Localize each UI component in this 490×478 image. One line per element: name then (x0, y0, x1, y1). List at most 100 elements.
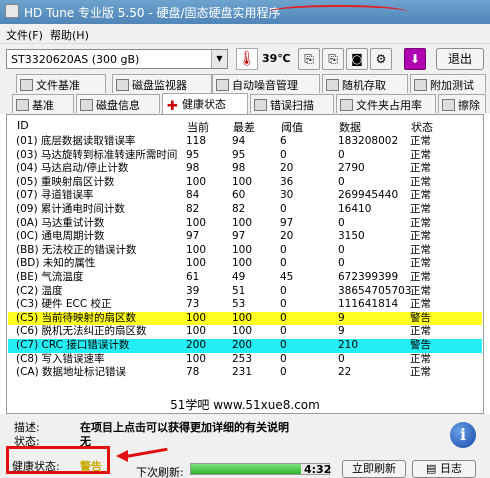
copy-info-button[interactable]: ⎘ (298, 48, 320, 70)
table-row[interactable]: (C2) 温度 39 51 0 38654705703 正常 (8, 285, 482, 299)
table-cell: 98 (186, 162, 200, 175)
table-cell: 111641814 (338, 298, 399, 311)
table-cell: 84 (186, 189, 200, 202)
table-cell: 60 (232, 189, 246, 202)
table-cell: 100 (186, 243, 207, 256)
table-row[interactable]: (07) 寻道错误率 84 60 30 269945440 正常 (8, 189, 482, 203)
temperature-value: 39℃ (262, 52, 291, 65)
drive-select[interactable]: ST3320620AS (300 gB) ▼ (6, 49, 228, 69)
log-button-label: 日志 (439, 462, 462, 475)
table-cell: (04) 马达启动/停止计数 (16, 162, 129, 175)
disk-monitor-icon (116, 79, 129, 91)
copy-all-button[interactable]: ⎘ (322, 48, 344, 70)
refresh-now-button[interactable]: 立即刷新 (342, 460, 406, 478)
table-cell: 正常 (410, 271, 431, 283)
column-header-current[interactable]: 当前 (187, 119, 209, 135)
table-row[interactable]: (C3) 硬件 ECC 校正 73 53 0 111641814 正常 (8, 298, 482, 312)
tab-disk-info[interactable]: 磁盘信息 (76, 94, 160, 113)
table-row[interactable]: (0C) 通电周期计数 97 97 20 3150 正常 (8, 230, 482, 244)
table-cell: 正常 (410, 257, 431, 270)
description-text: 在项目上点击可以获得更加详细的有关说明 (80, 421, 289, 434)
watermark: 51学吧 www.51xue8.com (170, 398, 320, 412)
window-title: HD Tune 专业版 5.50 - 硬盘/固态硬盘实用程序 (24, 6, 281, 20)
table-row[interactable]: (BE) 气流温度 61 49 45 672399399 正常 (8, 271, 482, 285)
column-header-id[interactable]: ID (17, 119, 29, 132)
table-cell: (03) 马达旋转到标准转速所需时间 (16, 148, 178, 161)
table-cell: 95 (186, 148, 200, 161)
title-bar: HD Tune 专业版 5.50 - 硬盘/固态硬盘实用程序 (0, 0, 490, 24)
table-row[interactable]: (01) 底层数据读取错误率 118 94 6 183208002 正常 (8, 135, 482, 149)
exit-button[interactable]: 退出 (436, 48, 484, 70)
tab-disk-monitor[interactable]: 磁盘监视器 (112, 74, 212, 93)
table-cell: 210 (338, 339, 359, 351)
screenshot-button[interactable]: ◙ (346, 48, 368, 70)
table-row[interactable]: (BD) 未知的属性 100 100 0 0 正常 (8, 257, 482, 271)
tab-acoustic-management[interactable]: 自动噪音管理 (212, 74, 320, 93)
random-access-icon (326, 79, 339, 91)
table-cell: 0 (338, 175, 345, 188)
column-header-data[interactable]: 数据 (339, 119, 361, 135)
table-cell: (BE) 气流温度 (16, 271, 84, 283)
table-cell: 0 (338, 148, 345, 161)
table-row[interactable]: (04) 马达启动/停止计数 98 98 20 2790 正常 (8, 162, 482, 176)
tab-random-access[interactable]: 随机存取 (322, 74, 408, 93)
log-button[interactable]: ▤ 日志 (412, 460, 476, 478)
table-cell: 100 (186, 325, 207, 338)
table-row[interactable]: (0A) 马达重试计数 100 100 97 0 正常 (8, 217, 482, 231)
tab-file-benchmark[interactable]: 文件基准 (16, 74, 106, 93)
table-cell: 97 (280, 216, 294, 229)
options-button[interactable]: ⚙ (370, 48, 392, 70)
table-row[interactable]: (C6) 脱机无法纠正的扇区数 100 100 0 9 正常 (8, 325, 482, 339)
table-row[interactable]: (09) 累计通电时间计数 82 82 0 16410 正常 (8, 203, 482, 217)
table-cell: 100 (186, 216, 207, 229)
tab-label: 附加测试 (430, 79, 474, 92)
table-cell: (BB) 无法校正的错误计数 (16, 243, 137, 256)
tab-label: 文件夹占用率 (356, 99, 422, 112)
magnifier-icon (254, 99, 267, 111)
table-cell: 100 (186, 352, 207, 365)
table-cell: 警告 (410, 311, 431, 324)
table-row[interactable]: (C5) 当前待映射的扇区数 100 100 0 9 警告 (8, 311, 482, 326)
download-button[interactable]: ⬇ (404, 48, 426, 70)
table-cell: 正常 (410, 148, 431, 161)
column-header-threshold[interactable]: 阈值 (281, 119, 303, 135)
column-header-worst[interactable]: 最差 (233, 119, 255, 135)
table-cell: 73 (186, 298, 200, 311)
table-cell: 警告 (410, 339, 431, 351)
table-row[interactable]: (CA) 数据地址标记错误 78 231 0 22 正常 (8, 366, 482, 380)
table-row[interactable]: (C7) CRC 接口错误计数 200 200 0 210 警告 (8, 339, 482, 353)
table-cell: 97 (232, 230, 246, 243)
menu-help[interactable]: 帮助(H) (50, 27, 89, 43)
column-header-status[interactable]: 状态 (411, 119, 433, 135)
table-cell: 6 (280, 135, 287, 147)
table-cell: 100 (232, 257, 253, 270)
table-cell: 0 (338, 243, 345, 256)
tab-health[interactable]: ✚ 健康状态 (162, 93, 248, 114)
tab-label: 擦除 (458, 99, 480, 112)
table-cell: (C5) 当前待映射的扇区数 (16, 311, 137, 324)
tab-strip: 文件基准 磁盘监视器 自动噪音管理 随机存取 附加测试 基准 磁盘信息 ✚ 健康状… (0, 74, 490, 114)
table-cell: 正常 (410, 366, 431, 379)
table-cell: 正常 (410, 135, 431, 147)
chevron-down-icon[interactable]: ▼ (211, 50, 227, 68)
table-row[interactable]: (BB) 无法校正的错误计数 100 100 0 0 正常 (8, 244, 482, 258)
table-cell: 39 (186, 284, 200, 297)
table-cell: 正常 (410, 175, 431, 188)
table-row[interactable]: (05) 重映射扇区计数 100 100 36 0 正常 (8, 176, 482, 190)
table-row[interactable]: (03) 马达旋转到标准转速所需时间 95 95 0 0 正常 (8, 149, 482, 163)
table-cell: 100 (186, 257, 207, 270)
tab-label: 磁盘信息 (96, 99, 140, 112)
menu-file[interactable]: 文件(F) (6, 27, 43, 43)
table-cell: 38654705703 (338, 284, 412, 297)
tab-label: 错误扫描 (270, 99, 314, 112)
table-cell: 30 (280, 189, 294, 202)
table-cell: (07) 寻道错误率 (16, 189, 94, 202)
tab-folder-usage[interactable]: 文件夹占用率 (336, 94, 436, 113)
benchmark-icon (16, 99, 29, 111)
tab-erase[interactable]: 擦除 (438, 94, 486, 113)
tab-extra-tests[interactable]: 附加测试 (410, 74, 486, 93)
tab-error-scan[interactable]: 错误扫描 (250, 94, 334, 113)
tab-benchmark[interactable]: 基准 (12, 94, 74, 113)
info-icon[interactable]: i (450, 422, 476, 448)
table-row[interactable]: (C8) 写入错误速率 100 253 0 0 正常 (8, 353, 482, 367)
